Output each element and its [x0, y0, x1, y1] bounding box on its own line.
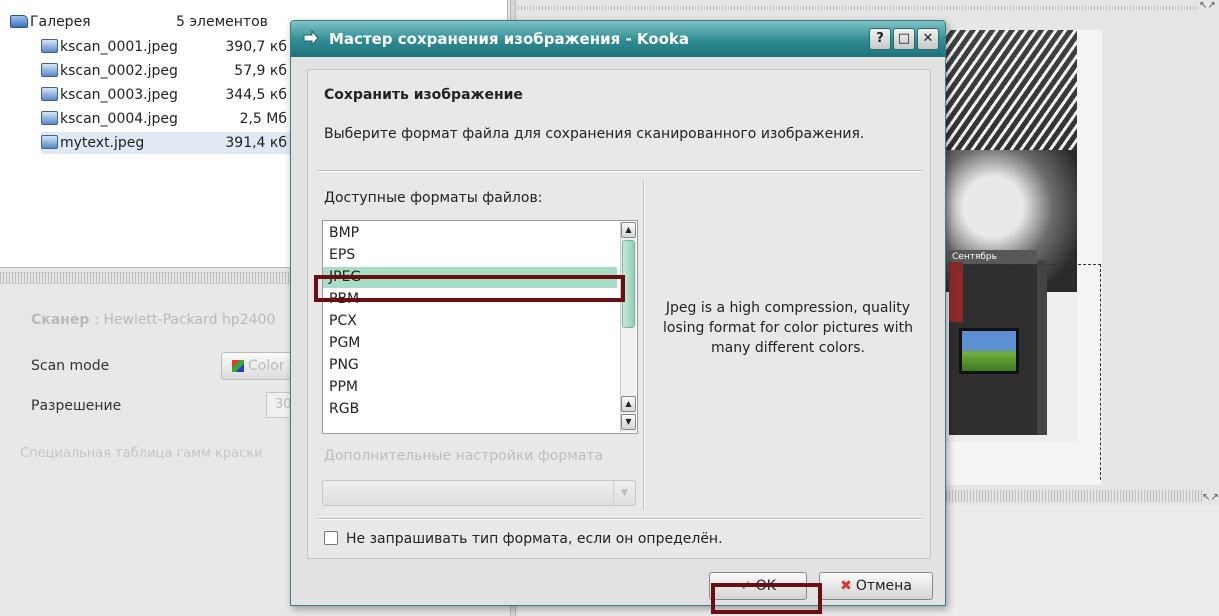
help-button[interactable]: ?: [869, 28, 891, 50]
format-item-pcx[interactable]: PCX: [329, 311, 619, 332]
file-size: 391,4 кб: [225, 135, 287, 151]
corner-resize-icon[interactable]: ↖↗: [1199, 0, 1216, 11]
dont-ask-label: Не запрашивать тип формата, если он опре…: [346, 531, 723, 547]
file-name: kscan_0003.jpeg: [60, 87, 178, 103]
file-name: kscan_0001.jpeg: [60, 39, 178, 55]
file-size: 2,5 Мб: [239, 111, 287, 127]
palette-icon: [232, 360, 244, 372]
file-size: 344,5 кб: [225, 87, 287, 103]
highlight-ok-box: [711, 583, 822, 614]
format-item-ppm[interactable]: PPM: [329, 377, 619, 398]
scan-mode-label: Scan mode: [31, 358, 110, 374]
file-name: mytext.jpeg: [60, 135, 145, 151]
extra-settings-combo[interactable]: ▼: [322, 480, 636, 506]
image-file-icon: [41, 87, 58, 101]
format-item-bmp[interactable]: BMP: [329, 223, 619, 244]
gallery-file-row[interactable]: kscan_0003.jpeg 344,5 кб: [41, 84, 287, 106]
dont-ask-checkbox[interactable]: [324, 531, 338, 545]
dialog-content: Сохранить изображение Выберите формат фа…: [307, 69, 931, 559]
scroll-up-icon[interactable]: ▲: [621, 222, 636, 238]
format-description: Jpeg is a high compression, quality losi…: [663, 300, 913, 356]
cancel-button[interactable]: ✖ Отмена: [819, 572, 933, 600]
format-list[interactable]: BMP EPS JPEG PBM PCX PGM PNG PPM RGB ▲ ▲…: [322, 220, 638, 434]
divider: [318, 170, 922, 172]
scroll-down-icon[interactable]: ▼: [621, 414, 636, 430]
file-size: 390,7 кб: [225, 39, 287, 55]
format-list-scrollbar[interactable]: ▲ ▲ ▼: [620, 222, 636, 432]
format-item-pgm[interactable]: PGM: [329, 333, 619, 354]
gallery-file-row[interactable]: kscan_0002.jpeg 57,9 кб: [41, 60, 287, 82]
chevron-down-icon: ▼: [613, 481, 635, 505]
corner-resize-icon-lower[interactable]: ↖↗: [1202, 492, 1219, 503]
dialog-title: Мастер сохранения изображения - Kooka: [329, 30, 689, 48]
selection-rectangle[interactable]: [958, 264, 1101, 480]
gallery-file-row[interactable]: kscan_0001.jpeg 390,7 кб: [41, 36, 287, 58]
close-button[interactable]: ✕: [917, 28, 939, 50]
dont-ask-row[interactable]: Не запрашивать тип формата, если он опре…: [324, 531, 723, 547]
right-splitter-handle[interactable]: [940, 490, 1202, 502]
highlight-jpeg-box: [314, 275, 625, 302]
scan-mode-value: Color: [248, 358, 285, 374]
file-size: 57,9 кб: [234, 63, 287, 79]
format-item-rgb[interactable]: RGB: [329, 399, 619, 420]
cancel-x-icon: ✖: [840, 578, 852, 594]
gallery-count: 5 элементов: [176, 14, 268, 30]
gallery-file-row-selected[interactable]: mytext.jpeg 391,4 кб: [41, 132, 291, 154]
save-wizard-dialog: Мастер сохранения изображения - Kooka ? …: [290, 20, 946, 606]
image-file-icon: [41, 39, 58, 53]
gallery-file-row[interactable]: kscan_0004.jpeg 2,5 Мб: [41, 108, 287, 130]
dialog-titlebar[interactable]: Мастер сохранения изображения - Kooka ? …: [291, 21, 945, 57]
maximize-button[interactable]: □: [893, 28, 915, 50]
folder-icon: [10, 15, 28, 28]
arrow-right-icon: [303, 30, 319, 46]
format-item-eps[interactable]: EPS: [329, 245, 619, 266]
scroll-up-icon[interactable]: ▲: [621, 396, 636, 412]
dialog-heading: Сохранить изображение: [324, 87, 523, 103]
cancel-label: Отмена: [855, 578, 912, 594]
dialog-description: Выберите формат файла для сохранения ска…: [324, 126, 865, 142]
resolution-label: Разрешение: [31, 398, 122, 414]
image-file-icon: [41, 111, 58, 125]
format-item-png[interactable]: PNG: [329, 355, 619, 376]
scanner-label: Сканер: [31, 312, 90, 328]
gallery-root-label: Галерея: [30, 14, 91, 30]
extra-settings-label: Дополнительные настройки формата: [324, 448, 604, 464]
gallery-root-row[interactable]: Галерея 5 элементов: [10, 11, 268, 33]
gamma-table-label: Специальная таблица гамм краски: [20, 446, 263, 461]
top-splitter-handle[interactable]: [518, 6, 1198, 10]
divider: [318, 518, 922, 520]
formats-label: Доступные форматы файлов:: [324, 190, 543, 206]
scanner-title: Сканер : Hewlett-Packard hp2400: [31, 312, 275, 328]
image-file-icon: [41, 63, 58, 77]
scanner-model: : Hewlett-Packard hp2400: [94, 312, 276, 328]
file-name: kscan_0004.jpeg: [60, 111, 178, 127]
file-name: kscan_0002.jpeg: [60, 63, 178, 79]
scan-mode-combo[interactable]: Color: [221, 352, 301, 380]
image-file-icon: [41, 135, 58, 149]
